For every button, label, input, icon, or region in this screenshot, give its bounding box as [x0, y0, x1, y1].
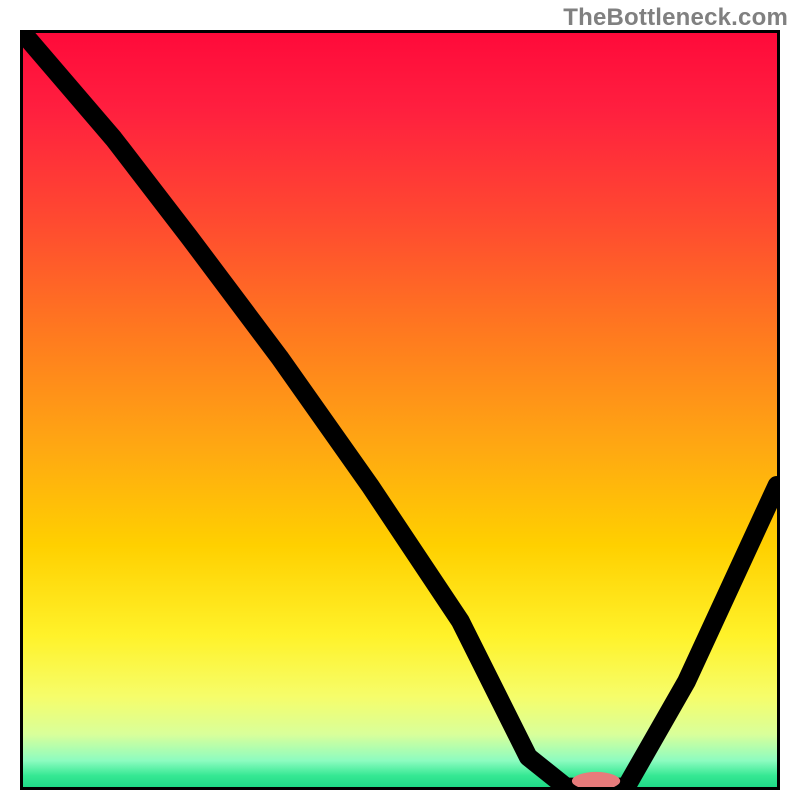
plot-svg: [23, 33, 777, 787]
chart-container: TheBottleneck.com: [0, 0, 800, 800]
gradient-fill: [23, 33, 777, 787]
watermark-text: TheBottleneck.com: [563, 4, 788, 32]
plot-area: [20, 30, 780, 790]
